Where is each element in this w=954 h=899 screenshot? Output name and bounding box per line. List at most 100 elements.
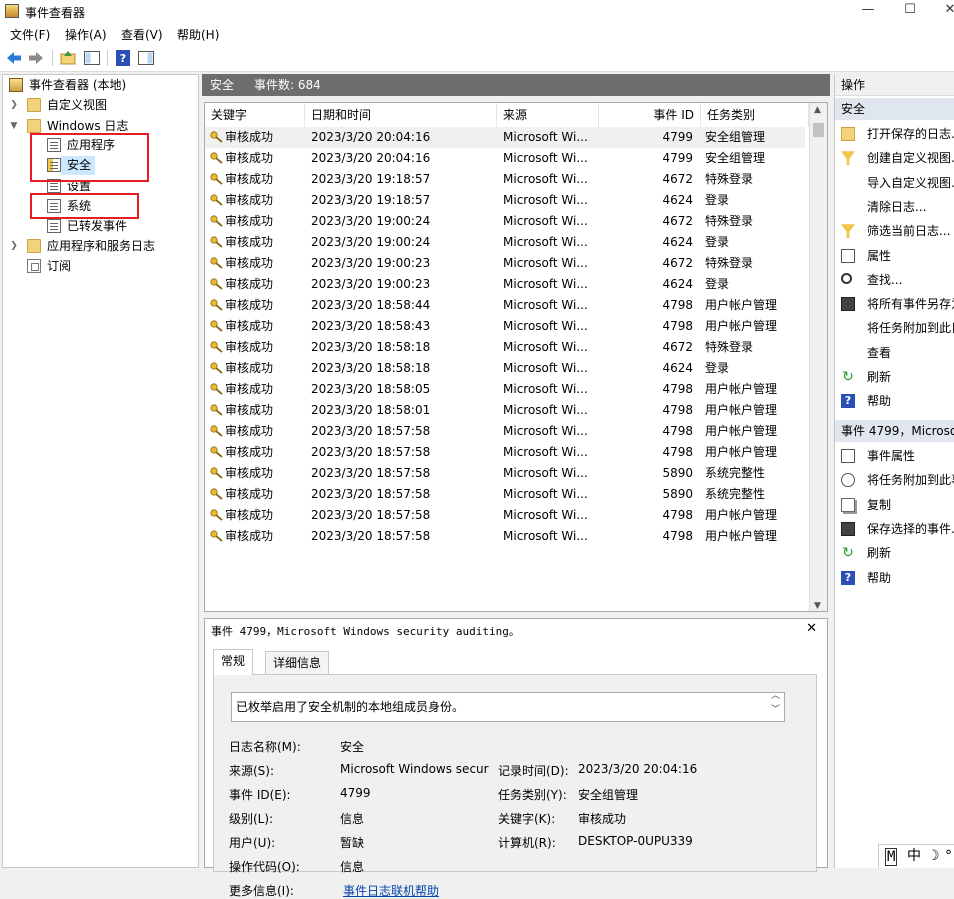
table-row[interactable]: 审核成功 2023/3/20 19:00:24 Microsoft Wi... 462…	[205, 232, 805, 253]
more-info-link[interactable]: 事件日志联机帮助	[343, 882, 439, 899]
filter-icon	[841, 224, 855, 239]
table-cell: 2023/3/20 18:58:18	[311, 361, 431, 375]
table-cell: 2023/3/20 18:58:01	[311, 403, 431, 417]
label-task-category: 任务类别(Y):	[498, 788, 567, 802]
table-row[interactable]: 审核成功 2023/3/20 19:18:57 Microsoft Wi... 462…	[205, 190, 805, 211]
action-attach-task-to-event[interactable]: 将任务附加到此事件...	[835, 468, 954, 492]
action-save-all-events-as[interactable]: 将所有事件另存为...	[835, 292, 954, 316]
action-attach-task-to-log[interactable]: 将任务附加到此日志...	[835, 316, 954, 340]
ime-language[interactable]: 中	[907, 845, 921, 867]
back-icon[interactable]	[5, 49, 23, 67]
action-view[interactable]: 查看	[835, 341, 954, 365]
column-header-source[interactable]: 来源	[497, 103, 599, 127]
spin-up-icon[interactable]: ︿	[771, 689, 780, 703]
scroll-thumb[interactable]	[813, 123, 824, 137]
action-refresh[interactable]: ↻ 刷新	[835, 365, 954, 389]
forward-icon[interactable]	[27, 49, 45, 67]
table-cell: 2023/3/20 20:04:16	[311, 130, 431, 144]
table-row[interactable]: 审核成功 2023/3/20 18:57:58 Microsoft Wi... 479…	[205, 526, 805, 547]
minimize-icon[interactable]: —	[858, 2, 878, 17]
actions-section-security[interactable]: 安全	[835, 98, 954, 120]
table-row[interactable]: 审核成功 2023/3/20 19:00:24 Microsoft Wi... 467…	[205, 211, 805, 232]
scroll-up-icon[interactable]: ▲	[814, 105, 821, 115]
close-icon[interactable]: ✕	[806, 621, 817, 636]
action-find[interactable]: 查找...	[835, 268, 954, 292]
action-label: 刷新	[867, 546, 892, 561]
tab-general[interactable]: 常规	[213, 649, 254, 675]
table-row[interactable]: 审核成功 2023/3/20 18:58:01 Microsoft Wi... 479…	[205, 400, 805, 421]
column-header-keywords[interactable]: 关键字	[205, 103, 305, 127]
action-label: 复制	[867, 497, 892, 512]
action-help[interactable]: ? 帮助	[835, 566, 954, 590]
scroll-down-icon[interactable]: ▼	[814, 601, 821, 611]
ime-mode[interactable]: M	[885, 848, 898, 866]
table-row[interactable]: 审核成功 2023/3/20 20:04:16 Microsoft Wi... 479…	[205, 127, 805, 148]
action-event-properties[interactable]: 事件属性	[835, 444, 954, 468]
value-logged: 2023/3/20 20:04:16	[578, 762, 698, 776]
table-row[interactable]: 审核成功 2023/3/20 19:00:23 Microsoft Wi... 467…	[205, 253, 805, 274]
tab-details[interactable]: 详细信息	[265, 651, 330, 675]
label-level: 级别(L):	[229, 812, 274, 826]
action-import-custom-view[interactable]: 导入自定义视图...	[835, 171, 954, 195]
table-row[interactable]: 审核成功 2023/3/20 19:00:23 Microsoft Wi... 462…	[205, 274, 805, 295]
filter-icon	[841, 151, 855, 166]
table-row[interactable]: 审核成功 2023/3/20 18:57:58 Microsoft Wi... 589…	[205, 484, 805, 505]
close-icon[interactable]: ✕	[940, 2, 954, 17]
key-icon	[210, 152, 223, 164]
table-cell: 用户帐户管理	[705, 298, 778, 312]
actions-section-event[interactable]: 事件 4799，Microsoft Windows security audit…	[835, 420, 954, 442]
table-cell: Microsoft Wi...	[503, 151, 588, 165]
action-create-custom-view[interactable]: 创建自定义视图...	[835, 146, 954, 170]
table-row[interactable]: 审核成功 2023/3/20 18:58:18 Microsoft Wi... 462…	[205, 358, 805, 379]
action-refresh[interactable]: ↻ 刷新	[835, 541, 954, 565]
column-header-task-category[interactable]: 任务类别	[701, 103, 809, 127]
general-tab-panel: 已枚举启用了安全机制的本地组成员身份。 ︿ ﹀ 日志名称(M): 安全 来源(S…	[213, 674, 817, 898]
column-header-datetime[interactable]: 日期和时间	[305, 103, 497, 127]
action-open-saved-log[interactable]: 打开保存的日志...	[835, 122, 954, 146]
list-scrollbar[interactable]: ▲ ▼	[809, 103, 827, 611]
ime-indicator[interactable]: M 中 ☽ °	[878, 844, 954, 868]
action-filter-current-log[interactable]: 筛选当前日志...	[835, 219, 954, 243]
action-save-selected-events[interactable]: 保存选择的事件...	[835, 517, 954, 541]
action-properties[interactable]: 属性	[835, 244, 954, 268]
table-cell: 2023/3/20 18:58:43	[311, 319, 431, 333]
chevron-down-icon[interactable]: ▼	[9, 116, 19, 136]
table-cell: 2023/3/20 18:58:05	[311, 382, 431, 396]
action-clear-log[interactable]: 清除日志...	[835, 195, 954, 219]
table-cell: 4798	[662, 382, 693, 396]
table-row[interactable]: 审核成功 2023/3/20 20:04:16 Microsoft Wi... 479…	[205, 148, 805, 169]
table-cell: 审核成功	[225, 508, 274, 522]
table-cell: Microsoft Wi...	[503, 214, 588, 228]
event-description[interactable]: 已枚举启用了安全机制的本地组成员身份。 ︿ ﹀	[231, 689, 785, 722]
action-copy[interactable]: 复制	[835, 493, 954, 517]
degree-icon[interactable]: °	[945, 845, 952, 867]
table-row[interactable]: 审核成功 2023/3/20 19:18:57 Microsoft Wi... 467…	[205, 169, 805, 190]
menu-view[interactable]: 查看(V)	[121, 26, 163, 43]
table-row[interactable]: 审核成功 2023/3/20 18:57:58 Microsoft Wi... 479…	[205, 505, 805, 526]
up-folder-icon[interactable]	[59, 49, 77, 67]
clock-icon	[841, 473, 855, 488]
chevron-right-icon[interactable]: ❯	[9, 95, 19, 115]
menu-file[interactable]: 文件(F)	[10, 26, 50, 43]
moon-icon[interactable]: ☽	[927, 845, 940, 867]
table-cell: Microsoft Wi...	[503, 256, 588, 270]
table-row[interactable]: 审核成功 2023/3/20 18:57:58 Microsoft Wi... 589…	[205, 463, 805, 484]
table-row[interactable]: 审核成功 2023/3/20 18:57:58 Microsoft Wi... 479…	[205, 442, 805, 463]
table-cell: 用户帐户管理	[705, 424, 778, 438]
table-row[interactable]: 审核成功 2023/3/20 18:58:44 Microsoft Wi... 479…	[205, 295, 805, 316]
help-icon[interactable]: ?	[114, 49, 132, 67]
spin-down-icon[interactable]: ﹀	[771, 703, 780, 717]
table-row[interactable]: 审核成功 2023/3/20 18:58:18 Microsoft Wi... 467…	[205, 337, 805, 358]
table-row[interactable]: 审核成功 2023/3/20 18:57:58 Microsoft Wi... 479…	[205, 421, 805, 442]
show-hide-action-pane-icon[interactable]	[137, 49, 155, 67]
show-hide-tree-icon[interactable]	[83, 49, 101, 67]
table-row[interactable]: 审核成功 2023/3/20 18:58:05 Microsoft Wi... 479…	[205, 379, 805, 400]
menu-action[interactable]: 操作(A)	[65, 26, 107, 43]
chevron-right-icon[interactable]: ❯	[9, 236, 19, 256]
help-icon: ?	[841, 394, 855, 409]
maximize-icon[interactable]: ☐	[900, 2, 920, 17]
table-row[interactable]: 审核成功 2023/3/20 18:58:43 Microsoft Wi... 479…	[205, 316, 805, 337]
menu-help[interactable]: 帮助(H)	[177, 26, 219, 43]
action-help[interactable]: ? 帮助	[835, 389, 954, 413]
column-header-event-id[interactable]: 事件 ID	[599, 103, 701, 127]
